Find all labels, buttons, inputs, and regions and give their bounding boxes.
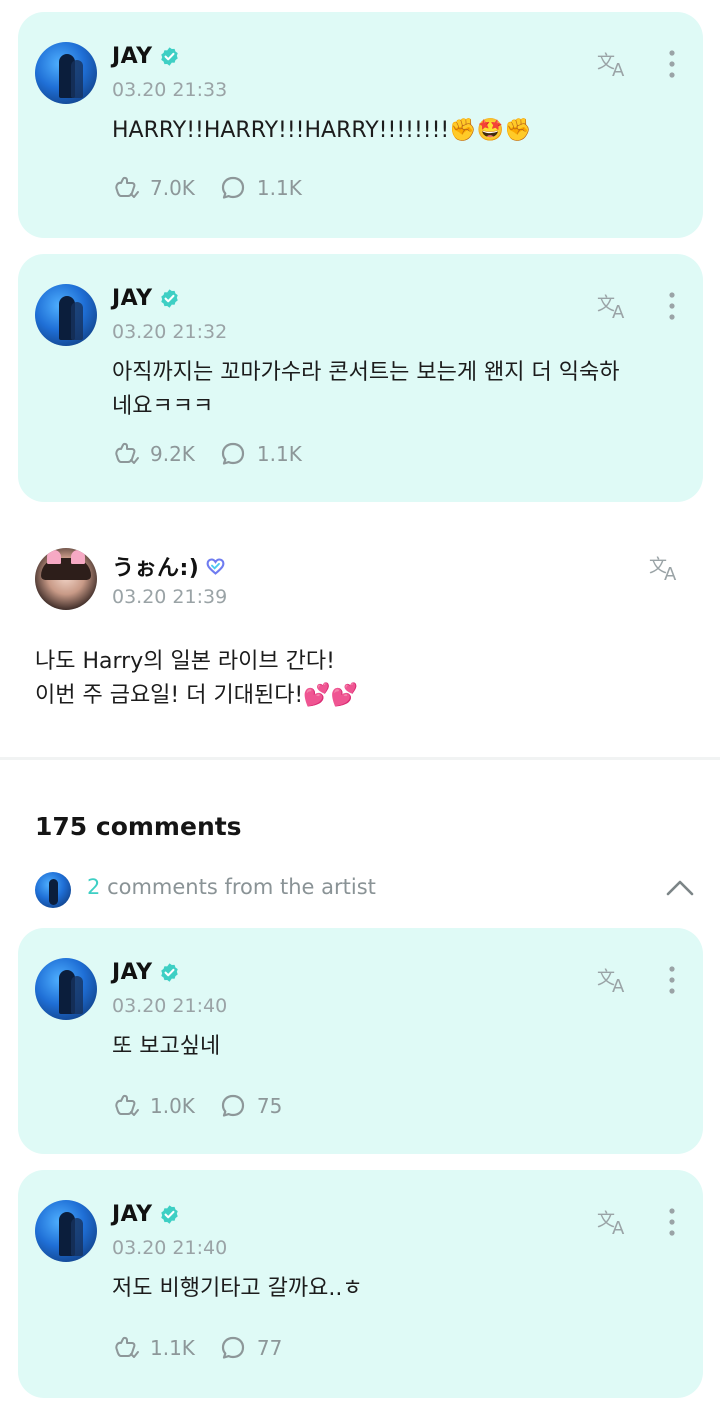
like-stat[interactable]: 7.0K bbox=[112, 174, 195, 202]
translate-icon[interactable] bbox=[596, 290, 632, 320]
comment-count: 77 bbox=[256, 1336, 283, 1360]
artist-comments-count: 2 bbox=[87, 875, 101, 899]
post-text: 아직까지는 꼬마가수라 콘서트는 보는게 왠지 더 익숙하 네요ㅋㅋㅋ bbox=[112, 356, 692, 424]
post-time: 03.20 21:33 bbox=[112, 79, 228, 101]
like-count: 7.0K bbox=[150, 176, 195, 200]
verified-icon bbox=[159, 1204, 180, 1225]
author-name-text: JAY bbox=[112, 286, 153, 311]
artist-comment-card[interactable]: JAY 03.20 21:40 또 보고싶네 1.0K 75 bbox=[18, 928, 703, 1154]
comment-count: 75 bbox=[256, 1094, 283, 1118]
more-vertical-icon[interactable] bbox=[667, 291, 677, 321]
comment-icon bbox=[219, 1334, 247, 1362]
author-name: JAY bbox=[112, 1202, 180, 1227]
author-name: JAY bbox=[112, 286, 180, 311]
translate-icon[interactable] bbox=[596, 1206, 632, 1236]
artist-post-card[interactable]: JAY 03.20 21:32 아직까지는 꼬마가수라 콘서트는 보는게 왠지 … bbox=[18, 254, 703, 502]
like-icon bbox=[112, 174, 140, 202]
fan-author-text: うぉん:) bbox=[112, 556, 200, 581]
comment-stat[interactable]: 75 bbox=[219, 1092, 282, 1120]
artist-comments-toggle[interactable]: 2 comments from the artist bbox=[35, 870, 695, 908]
post-stats: 9.2K 1.1K bbox=[112, 440, 326, 468]
like-icon bbox=[112, 1092, 140, 1120]
comment-time: 03.20 21:40 bbox=[112, 995, 228, 1017]
comment-text: 저도 비행기타고 갈까요..ㅎ bbox=[112, 1276, 363, 1301]
artist-post-card[interactable]: JAY 03.20 21:33 HARRY!!HARRY!!!HARRY!!!!… bbox=[18, 12, 703, 238]
comment-stat[interactable]: 1.1K bbox=[219, 440, 302, 468]
comment-icon bbox=[219, 440, 247, 468]
heart-badge-icon bbox=[205, 556, 226, 577]
more-vertical-icon[interactable] bbox=[667, 965, 677, 995]
comment-text: 또 보고싶네 bbox=[112, 1034, 221, 1059]
comment-icon bbox=[219, 1092, 247, 1120]
author-name: JAY bbox=[112, 44, 180, 69]
translate-icon[interactable] bbox=[596, 964, 632, 994]
more-vertical-icon[interactable] bbox=[667, 49, 677, 79]
post-text-line: 아직까지는 꼬마가수라 콘서트는 보는게 왠지 더 익숙하 bbox=[112, 360, 620, 385]
like-count: 9.2K bbox=[150, 442, 195, 466]
fan-author-name: うぉん:) bbox=[112, 550, 226, 582]
post-text: HARRY!!HARRY!!!HARRY!!!!!!!!✊🤩✊ bbox=[112, 118, 532, 143]
translate-icon[interactable] bbox=[648, 552, 684, 582]
more-vertical-icon[interactable] bbox=[667, 1207, 677, 1237]
like-stat[interactable]: 9.2K bbox=[112, 440, 195, 468]
author-name-text: JAY bbox=[112, 44, 153, 69]
like-count: 1.1K bbox=[150, 1336, 195, 1360]
artist-avatar[interactable] bbox=[35, 284, 97, 346]
comment-time: 03.20 21:40 bbox=[112, 1237, 228, 1259]
translate-icon[interactable] bbox=[596, 48, 632, 78]
like-icon bbox=[112, 440, 140, 468]
fan-post-line: 이번 주 금요일! 더 기대된다!💕💕 bbox=[35, 683, 359, 708]
fan-post-text: 나도 Harry의 일본 라이브 간다! 이번 주 금요일! 더 기대된다!💕💕 bbox=[35, 645, 358, 713]
fan-post-line: 나도 Harry의 일본 라이브 간다! bbox=[35, 649, 335, 674]
like-icon bbox=[112, 1334, 140, 1362]
artist-avatar[interactable] bbox=[35, 958, 97, 1020]
post-time: 03.20 21:32 bbox=[112, 321, 228, 343]
comment-stat[interactable]: 77 bbox=[219, 1334, 282, 1362]
comment-stats: 1.1K 77 bbox=[112, 1334, 306, 1362]
comment-stats: 1.0K 75 bbox=[112, 1092, 306, 1120]
fan-post-time: 03.20 21:39 bbox=[112, 586, 228, 608]
artist-comments-label: 2 comments from the artist bbox=[87, 875, 376, 899]
post-stats: 7.0K 1.1K bbox=[112, 174, 326, 202]
artist-avatar[interactable] bbox=[35, 42, 97, 104]
like-count: 1.0K bbox=[150, 1094, 195, 1118]
fan-avatar[interactable] bbox=[35, 548, 97, 610]
artist-comment-card[interactable]: JAY 03.20 21:40 저도 비행기타고 갈까요..ㅎ 1.1K 77 bbox=[18, 1170, 703, 1398]
artist-small-avatar bbox=[35, 872, 71, 908]
artist-avatar[interactable] bbox=[35, 1200, 97, 1262]
like-stat[interactable]: 1.1K bbox=[112, 1334, 195, 1362]
comment-count: 1.1K bbox=[256, 176, 302, 200]
artist-comments-text: comments from the artist bbox=[107, 875, 376, 899]
author-name: JAY bbox=[112, 960, 180, 985]
verified-icon bbox=[159, 46, 180, 67]
like-stat[interactable]: 1.0K bbox=[112, 1092, 195, 1120]
chevron-up-icon[interactable] bbox=[665, 876, 695, 900]
comments-count-title: 175 comments bbox=[35, 812, 242, 841]
author-name-text: JAY bbox=[112, 1202, 153, 1227]
comment-icon bbox=[219, 174, 247, 202]
verified-icon bbox=[159, 288, 180, 309]
comment-stat[interactable]: 1.1K bbox=[219, 174, 302, 202]
section-divider bbox=[0, 757, 720, 760]
comment-count: 1.1K bbox=[256, 442, 302, 466]
author-name-text: JAY bbox=[112, 960, 153, 985]
verified-icon bbox=[159, 962, 180, 983]
post-text-line: 네요ㅋㅋㅋ bbox=[112, 394, 214, 419]
